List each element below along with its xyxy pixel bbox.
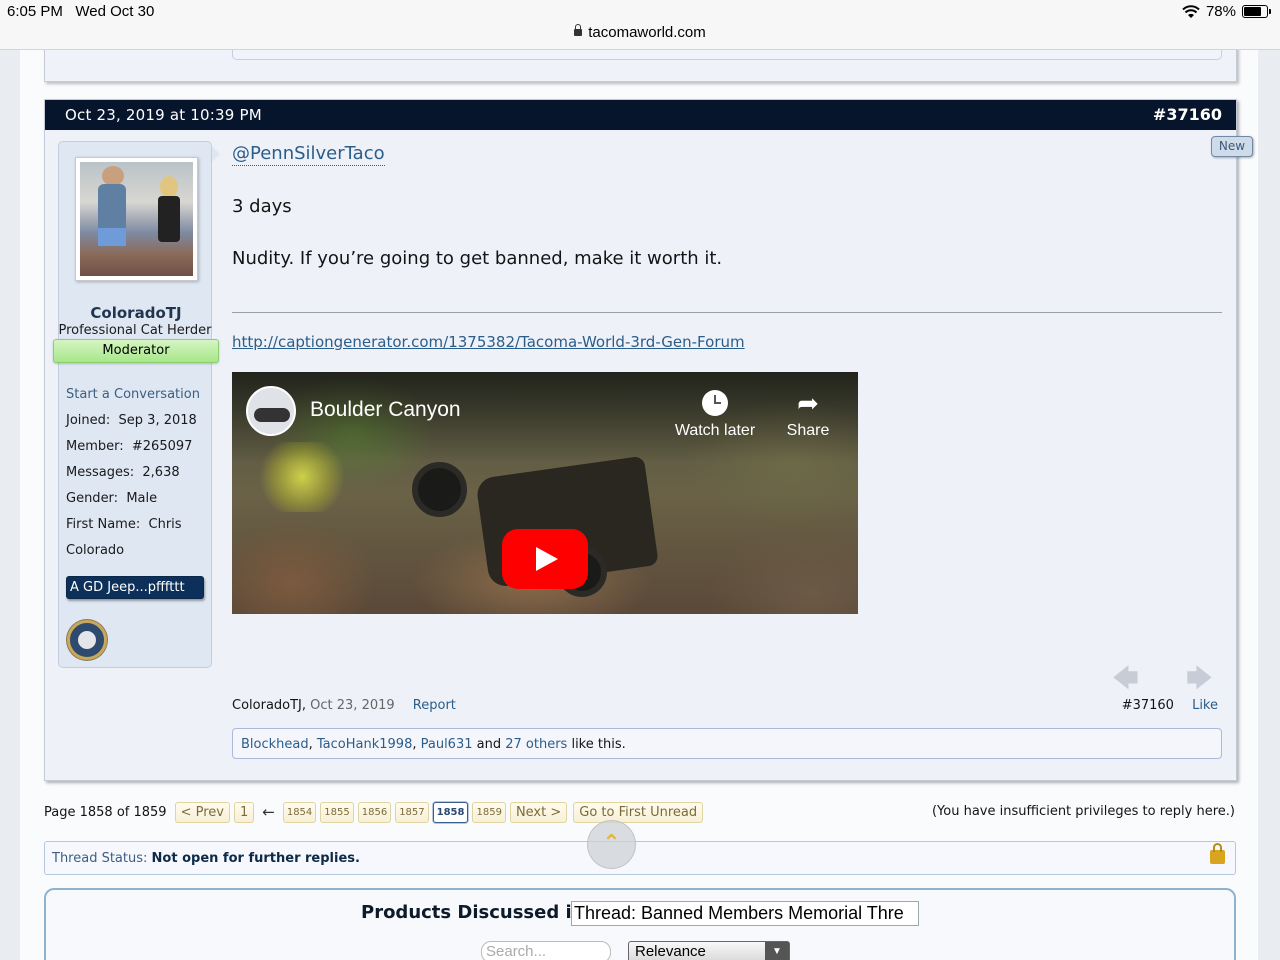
products-thread-field[interactable]: Thread: Banned Members Memorial Thre	[571, 901, 919, 926]
panel-arrow	[212, 146, 220, 162]
page-link[interactable]: 1857	[395, 801, 429, 823]
liker-link[interactable]: TacoHank1998	[317, 737, 412, 752]
clock-icon	[702, 390, 728, 416]
user-info-messages: Messages: 2,638	[66, 465, 180, 480]
share-arrow-icon: ➦	[797, 388, 819, 418]
products-panel: Products Discussed in Thread: Banned Mem…	[44, 888, 1236, 960]
signature-divider	[232, 312, 1222, 313]
share-button[interactable]: ➦ Share	[780, 390, 836, 440]
page-link[interactable]: 1859	[472, 801, 506, 823]
user-panel: ColoradoTJ Professional Cat Herder Moder…	[53, 141, 220, 668]
page-jump-arrow[interactable]: ←	[262, 803, 275, 821]
first-unread-button[interactable]: Go to First Unread	[573, 801, 704, 823]
user-info: Start a Conversation Joined: Sep 3, 2018…	[66, 382, 200, 564]
url-text: tacomaworld.com	[588, 24, 706, 41]
status-indicators: 78%	[1182, 3, 1271, 20]
page-link[interactable]: 1855	[320, 801, 354, 823]
youtube-embed[interactable]: Boulder Canyon Watch later ➦ Share	[232, 372, 858, 614]
next-page-button[interactable]: Next >	[509, 801, 568, 823]
products-title: Products Discussed in	[361, 902, 585, 923]
others-link[interactable]: 27 others	[505, 737, 567, 752]
user-info-first-name: First Name: Chris	[66, 517, 182, 532]
post-permalink[interactable]: #37160	[1122, 698, 1174, 713]
navy-seal-icon	[67, 620, 107, 660]
user-location: Colorado	[66, 543, 125, 558]
like-link[interactable]: Like	[1192, 698, 1218, 713]
no-reply-notice: (You have insufficient privileges to rep…	[931, 804, 1235, 819]
page-link[interactable]: 1854	[282, 801, 317, 823]
message-line: 3 days	[232, 196, 292, 217]
current-page[interactable]: 1858	[432, 801, 469, 823]
liker-link[interactable]: Paul631	[421, 737, 473, 752]
moderator-banner: Moderator	[53, 339, 219, 363]
status-time: 6:05 PM Wed Oct 30	[7, 3, 155, 20]
first-page-button[interactable]: 1	[233, 801, 255, 823]
products-search-input[interactable]: Search...	[481, 941, 611, 960]
likes-summary: Blockhead, TacoHank1998, Paul631 and 27 …	[232, 728, 1222, 759]
report-link[interactable]: Report	[413, 698, 456, 713]
liker-link[interactable]: Blockhead	[241, 737, 309, 752]
post-date: Oct 23, 2019 at 10:39 PM	[65, 106, 262, 124]
user-info-joined: Joined: Sep 3, 2018	[66, 413, 197, 428]
prev-page-button[interactable]: < Prev	[174, 801, 230, 823]
post-header: Oct 23, 2019 at 10:39 PM #37160	[45, 100, 1236, 130]
new-badge: New	[1211, 136, 1253, 157]
battery-icon	[1242, 5, 1271, 18]
page-link[interactable]: 1856	[357, 801, 392, 823]
padlock-icon	[1210, 843, 1225, 864]
video-title[interactable]: Boulder Canyon	[310, 398, 461, 422]
thread-status-label: Thread Status:	[52, 851, 148, 866]
channel-avatar-icon[interactable]	[246, 386, 296, 436]
thread-status: Thread Status: Not open for further repl…	[44, 841, 1236, 875]
signature-link[interactable]: http://captiongenerator.com/1375382/Taco…	[232, 333, 745, 351]
start-conversation-link[interactable]: Start a Conversation	[66, 382, 200, 408]
user-info-member: Member: #265097	[66, 439, 193, 454]
sort-select[interactable]: Relevance ▼	[628, 941, 790, 960]
chevron-down-icon: ▼	[765, 942, 789, 960]
wifi-icon	[1182, 4, 1200, 18]
chevron-up-icon: ⌃	[602, 831, 621, 856]
message-line: Nudity. If you’re going to get banned, m…	[232, 248, 723, 269]
pagination: Page 1858 of 1859 < Prev 1 ← 1854 1855 1…	[44, 801, 704, 823]
status-bar: 6:05 PM Wed Oct 30 78% tacomaworld.com	[0, 0, 1280, 50]
address-bar[interactable]: tacomaworld.com	[0, 24, 1280, 41]
lock-icon	[574, 24, 583, 36]
scroll-to-top-button[interactable]: ⌃	[587, 820, 636, 869]
vehicle-badge[interactable]: A GD Jeep...pfffttt	[66, 576, 204, 599]
battery-percent: 78%	[1205, 3, 1236, 20]
message-actions: #37160 Like	[1122, 698, 1218, 713]
watch-later-button[interactable]: Watch later	[670, 390, 760, 440]
message-meta: ColoradoTJ, Oct 23, 2019 Report	[232, 698, 456, 713]
avatar-image	[80, 162, 193, 276]
user-mention[interactable]: @PennSilverTaco	[232, 143, 385, 166]
play-icon[interactable]	[502, 529, 588, 589]
meta-date[interactable]: Oct 23, 2019	[310, 698, 395, 713]
user-title: Professional Cat Herder	[58, 323, 212, 338]
meta-author[interactable]: ColoradoTJ	[232, 698, 302, 713]
battery-level	[1244, 7, 1262, 16]
username[interactable]: ColoradoTJ	[59, 304, 213, 322]
user-info-gender: Gender: Male	[66, 491, 158, 506]
page-label: Page 1858 of 1859	[44, 804, 167, 820]
post-permalink-number[interactable]: #37160	[1153, 105, 1222, 124]
avatar[interactable]	[75, 157, 198, 281]
thread-status-value: Not open for further replies.	[151, 851, 360, 866]
